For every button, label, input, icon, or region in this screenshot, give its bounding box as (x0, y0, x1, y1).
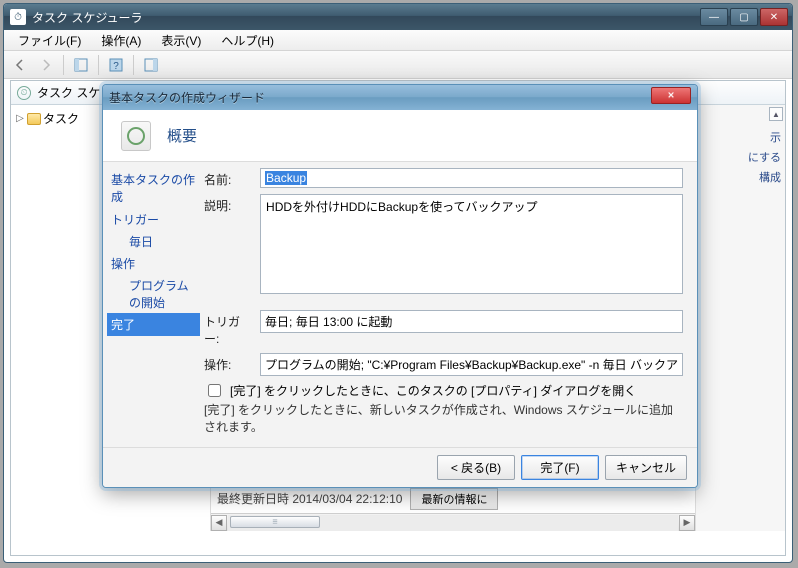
toolbar: ? (4, 51, 792, 79)
wizard-main: 名前: Backup 説明: HDDを外付けHDDにBackupを使ってバックア… (200, 162, 697, 447)
show-hide-action-button[interactable] (139, 54, 163, 76)
minimize-button[interactable]: — (700, 8, 728, 26)
last-updated-label: 最終更新日時 2014/03/04 22:12:10 (217, 490, 402, 507)
wizard-dialog: 基本タスクの作成ウィザード ✕ 概要 基本タスクの作成 トリガー 毎日 操作 プ… (102, 84, 698, 488)
description-input[interactable]: HDDを外付けHDDにBackupを使ってバックアップ (260, 194, 683, 294)
wizard-titlebar[interactable]: 基本タスクの作成ウィザード ✕ (103, 85, 697, 110)
wizard-footer: < 戻る(B) 完了(F) キャンセル (103, 447, 697, 487)
name-value: Backup (265, 171, 307, 185)
menu-file[interactable]: ファイル(F) (10, 30, 89, 51)
actions-list: 示 にする 構成 (696, 125, 785, 189)
nav-basic-task[interactable]: 基本タスクの作成 (107, 168, 200, 208)
menu-help[interactable]: ヘルプ(H) (213, 30, 282, 51)
wizard-header: 概要 (103, 110, 697, 162)
trigger-label: トリガー: (204, 310, 254, 347)
nav-trigger-daily[interactable]: 毎日 (107, 231, 200, 252)
nav-action-start[interactable]: プログラムの開始 (107, 275, 200, 313)
close-button[interactable]: ✕ (760, 8, 788, 26)
actions-pane: ▲ 示 にする 構成 (695, 105, 785, 531)
finish-button[interactable]: 完了(F) (521, 455, 599, 480)
description-label: 説明: (204, 194, 254, 214)
trigger-value: 毎日; 毎日 13:00 に起動 (265, 315, 392, 329)
wizard-finish-note: [完了] をクリックしたときに、新しいタスクが作成され、Windows スケジュ… (204, 402, 683, 436)
toolbar-separator (133, 55, 134, 75)
breadcrumb: タスク スケ (37, 84, 100, 101)
open-properties-checkbox[interactable] (208, 384, 221, 397)
show-hide-tree-button[interactable] (69, 54, 93, 76)
menu-action[interactable]: 操作(A) (93, 30, 149, 51)
wizard-nav: 基本タスクの作成 トリガー 毎日 操作 プログラムの開始 完了 (103, 162, 200, 447)
actions-item[interactable]: 示 (700, 127, 781, 147)
svg-text:?: ? (113, 61, 119, 72)
actions-item[interactable]: にする (700, 147, 781, 167)
back-button[interactable]: < 戻る(B) (437, 455, 515, 480)
clock-icon: ⏲ (17, 86, 31, 100)
toolbar-separator (63, 55, 64, 75)
menu-bar: ファイル(F) 操作(A) 表示(V) ヘルプ(H) (4, 30, 792, 51)
wizard-header-title: 概要 (167, 125, 197, 146)
description-value: HDDを外付けHDDにBackupを使ってバックアップ (266, 200, 537, 214)
scroll-track[interactable] (228, 515, 678, 531)
action-value: プログラムの開始; "C:¥Program Files¥Backup¥Backu… (265, 358, 678, 372)
window-controls: — ▢ ✕ (700, 8, 788, 26)
maximize-button[interactable]: ▢ (730, 8, 758, 26)
open-properties-label: [完了] をクリックしたときに、このタスクの [プロパティ] ダイアログを開く (230, 382, 636, 399)
nav-action[interactable]: 操作 (107, 252, 200, 275)
app-icon: ⏱ (10, 9, 26, 25)
wizard-close-button[interactable]: ✕ (651, 87, 691, 104)
folder-icon (27, 113, 41, 125)
wizard-body: 基本タスクの作成 トリガー 毎日 操作 プログラムの開始 完了 名前: Back… (103, 162, 697, 447)
actions-item[interactable]: 構成 (700, 167, 781, 187)
name-label: 名前: (204, 168, 254, 188)
action-value-box[interactable]: プログラムの開始; "C:¥Program Files¥Backup¥Backu… (260, 353, 683, 376)
tree-node-label: タスク (43, 110, 79, 127)
wizard-title: 基本タスクの作成ウィザード (109, 89, 651, 106)
summary-icon (121, 121, 151, 151)
collapse-actions-button[interactable]: ▲ (769, 107, 783, 121)
refresh-button[interactable]: 最新の情報に (410, 488, 498, 510)
nav-trigger[interactable]: トリガー (107, 208, 200, 231)
scroll-right-button[interactable]: ▶ (679, 515, 695, 531)
trigger-value-box[interactable]: 毎日; 毎日 13:00 に起動 (260, 310, 683, 333)
scroll-left-button[interactable]: ◀ (211, 515, 227, 531)
window-title: タスク スケジューラ (32, 9, 700, 26)
nav-forward-button[interactable] (34, 54, 58, 76)
main-titlebar[interactable]: ⏱ タスク スケジューラ — ▢ ✕ (4, 4, 792, 30)
action-label: 操作: (204, 353, 254, 373)
name-input[interactable]: Backup (260, 168, 683, 188)
help-button[interactable]: ? (104, 54, 128, 76)
cancel-button[interactable]: キャンセル (605, 455, 687, 480)
nav-finish[interactable]: 完了 (107, 313, 200, 336)
nav-back-button[interactable] (8, 54, 32, 76)
expand-icon[interactable]: ▷ (15, 113, 25, 124)
toolbar-separator (98, 55, 99, 75)
horizontal-scrollbar[interactable]: ◀ ▶ (211, 513, 695, 531)
menu-view[interactable]: 表示(V) (153, 30, 209, 51)
scroll-thumb[interactable] (230, 516, 320, 528)
